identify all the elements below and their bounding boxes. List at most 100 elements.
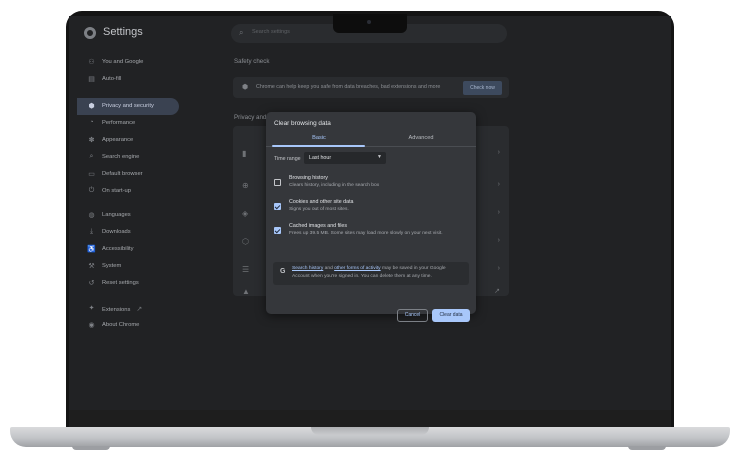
sidebar-item-on-startup[interactable]: ⏻ On start-up [77,183,179,200]
sidebar-item-languages[interactable]: ◍ Languages [77,207,179,224]
laptop-base-notch [311,427,429,435]
sidebar-item-label: Downloads [102,229,131,235]
sidebar-item-system[interactable]: ⚒ System [77,258,179,275]
checkbox-cookies[interactable] [274,203,281,210]
tab-advanced[interactable]: Advanced [372,135,470,141]
sidebar-item-label: Accessibility [102,246,134,252]
camera-notch [333,14,407,33]
sidebar-item-label: System [102,263,122,269]
camera-icon [367,20,371,24]
chrome-logo-icon [84,27,96,39]
accessibility-icon: ♿ [87,246,96,253]
dialog-tabs: Basic Advanced [266,132,476,147]
chevron-right-icon: › [497,149,500,156]
google-account-note: G Search history and other forms of acti… [273,262,469,285]
option-title: Cookies and other site data [289,199,354,205]
compass-icon: ⊕ [242,181,249,190]
sidebar-item-search-engine[interactable]: ⌕ Search engine [77,149,179,166]
external-link-icon: ↗ [494,288,500,295]
dialog-title: Clear browsing data [274,120,331,127]
browser-icon: ▭ [88,171,95,178]
sidebar-item-autofill[interactable]: ▤ Auto-fill [77,71,179,88]
sidebar-item-accessibility[interactable]: ♿ Accessibility [77,241,179,258]
google-icon: G [280,268,286,275]
google-note-line1: Search history and other forms of activi… [292,266,446,271]
option-cached-images[interactable]: Cached images and files Frees up 39.5 MB… [266,222,476,244]
cookie-icon: ◈ [242,209,249,218]
google-note-rest: may be saved in your Google [380,266,446,271]
chrome-icon: ◉ [88,322,95,329]
puzzle-icon: ✦ [88,305,95,312]
option-title: Cached images and files [289,223,348,229]
chevron-right-icon: › [497,237,500,244]
flask-icon: ▲ [242,287,250,296]
sidebar-item-about-chrome[interactable]: ◉ About Chrome [77,317,179,334]
clear-data-button[interactable]: Clear data [432,309,470,322]
tab-basic[interactable]: Basic [270,135,368,141]
autofill-icon: ▤ [88,76,95,83]
caret-down-icon: ▼ [377,154,382,160]
active-tab-indicator [272,145,365,147]
power-icon: ⏻ [88,187,95,194]
laptop-hinge [69,410,671,427]
search-history-link[interactable]: Search history [292,266,323,271]
download-icon: ⤓ [89,228,94,235]
option-cookies[interactable]: Cookies and other site data Signs you ou… [266,198,476,220]
option-title: Browsing history [289,175,328,181]
time-range-select[interactable]: Last hour ▼ [304,152,386,164]
option-subtitle: Signs you out of most sites. [289,207,349,212]
time-range-value: Last hour [309,155,332,161]
sidebar-item-label: You and Google [102,59,144,65]
other-activity-link[interactable]: other forms of activity [334,266,380,271]
checkbox-cached-images[interactable] [274,227,281,234]
check-now-button[interactable]: Check now [463,81,502,95]
sidebar-item-label: Default browser [102,171,143,177]
security-shield-icon: ⬡ [242,237,249,246]
extensions-label: Extensions [102,307,131,313]
option-subtitle: Frees up 39.5 MB. Some sites may load mo… [289,231,443,236]
sidebar-item-label: Appearance [102,137,134,143]
sidebar-item-label: Search engine [102,154,140,160]
laptop-foot [72,446,110,450]
sidebar-item-extensions[interactable]: ✦ Extensions ↗ [77,300,179,317]
sidebar-item-reset-settings[interactable]: ↺ Reset settings [77,275,179,292]
search-icon: ⌕ [89,153,94,160]
sidebar-item-label: On start-up [102,188,131,194]
laptop-foot [628,446,666,450]
checkbox-browsing-history[interactable] [274,179,281,186]
sidebar-item-performance[interactable]: ◔ Performance [77,115,179,132]
sidebar-item-label: About Chrome [102,322,140,328]
sliders-icon: ☰ [242,265,250,274]
chevron-right-icon: › [497,209,500,216]
time-range-label: Time range [274,156,301,162]
cancel-button[interactable]: Cancel [397,309,428,322]
sidebar-item-appearance[interactable]: ✽ Appearance [77,132,179,149]
page-title: Settings [103,26,143,38]
sidebar-item-you-and-google[interactable]: ⚇ You and Google [77,54,179,71]
sidebar-item-label: Extensions ↗ [102,305,142,313]
palette-icon: ✽ [88,137,95,144]
wrench-icon: ⚒ [88,263,95,270]
sidebar-item-label: Languages [102,212,131,218]
clear-browsing-data-dialog: Clear browsing data Basic Advanced Time … [266,112,476,322]
google-note-line2: Account when you're signed in. You can d… [292,274,432,279]
shield-check-icon: ⬢ [242,84,249,91]
option-browsing-history[interactable]: Browsing history Clears history, includi… [266,174,476,196]
sidebar-item-default-browser[interactable]: ▭ Default browser [77,166,179,183]
sidebar-item-label: Reset settings [102,280,139,286]
search-icon: ⌕ [239,28,244,37]
external-link-icon: ↗ [136,306,143,313]
option-subtitle: Clears history, including in the search … [289,183,380,188]
chevron-right-icon: › [497,181,500,188]
sidebar-item-label: Privacy and security [102,103,154,109]
sidebar-item-label: Auto-fill [102,76,122,82]
speedometer-icon: ◔ [89,119,94,126]
chevron-right-icon: › [497,265,500,272]
globe-icon: ◍ [88,212,95,219]
person-icon: ⚇ [88,59,95,66]
sidebar-item-downloads[interactable]: ⤓ Downloads [77,224,179,241]
sidebar-item-privacy[interactable]: ⬢ Privacy and security [77,98,179,115]
safety-check-heading: Safety check [234,58,270,65]
reset-icon: ↺ [88,280,95,287]
safety-check-card: ⬢ Chrome can help keep you safe from dat… [233,77,509,98]
